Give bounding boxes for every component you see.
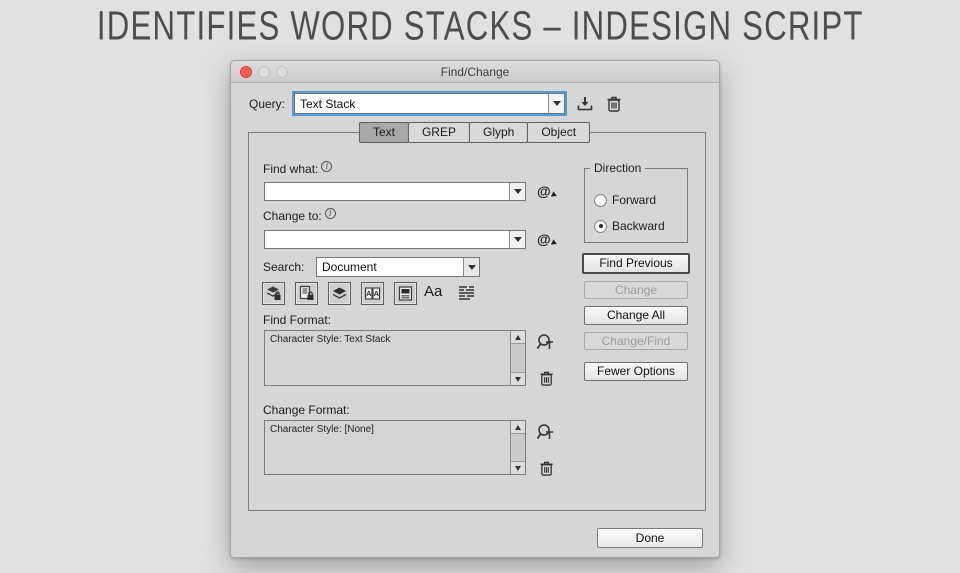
fewer-options-button[interactable]: Fewer Options [584, 362, 688, 381]
chevron-down-icon[interactable] [548, 94, 564, 113]
find-format-label: Find Format: [263, 313, 332, 327]
mode-tabs: Text GREP Glyph Object [358, 122, 591, 143]
close-icon[interactable] [240, 66, 252, 78]
specify-attributes-to-change-icon[interactable] [534, 423, 556, 445]
query-dropdown[interactable]: Text Stack [294, 93, 565, 114]
direction-backward-label: Backward [612, 219, 665, 233]
change-all-button[interactable]: Change All [584, 306, 688, 325]
include-hidden-layers-icon[interactable] [328, 282, 351, 305]
find-format-box: Character Style: Text Stack [264, 330, 526, 386]
titlebar: Find/Change [231, 61, 719, 83]
chevron-down-icon[interactable] [509, 183, 525, 200]
search-scope-dropdown[interactable]: Document [316, 257, 480, 277]
direction-group: Direction Forward Backward [584, 161, 688, 243]
include-locked-layers-icon[interactable] [262, 282, 285, 305]
direction-forward-label: Forward [612, 193, 657, 207]
query-label: Query: [249, 97, 286, 111]
whole-word-icon[interactable] [457, 285, 476, 302]
case-sensitive-icon[interactable]: Aa [424, 283, 442, 300]
scrollbar[interactable] [510, 421, 525, 474]
tab-grep[interactable]: GREP [407, 122, 470, 143]
chevron-down-icon[interactable] [463, 258, 479, 276]
special-characters-menu-icon[interactable]: @ [537, 231, 558, 247]
scroll-up-icon[interactable] [511, 331, 525, 344]
page-title: IDENTIFIES WORD STACKS – INDESIGN SCRIPT [0, 4, 960, 49]
change-find-button[interactable]: Change/Find [584, 332, 688, 350]
tab-glyph[interactable]: Glyph [468, 122, 529, 143]
include-locked-stories-icon[interactable] [295, 282, 318, 305]
direction-forward-option[interactable]: Forward [594, 193, 656, 207]
chevron-down-icon[interactable] [509, 231, 525, 248]
change-format-value: Character Style: [None] [270, 424, 374, 435]
info-icon: i [321, 161, 333, 172]
delete-query-icon[interactable] [604, 94, 624, 114]
page: IDENTIFIES WORD STACKS – INDESIGN SCRIPT… [0, 0, 960, 573]
scroll-up-icon[interactable] [511, 421, 525, 434]
find-previous-button[interactable]: Find Previous [582, 253, 690, 274]
specify-attributes-to-find-icon[interactable] [534, 333, 556, 355]
query-value: Text Stack [300, 96, 356, 111]
done-button[interactable]: Done [597, 528, 703, 548]
find-format-value: Character Style: Text Stack [270, 334, 391, 345]
include-master-pages-icon[interactable]: A A [361, 282, 384, 305]
radio-checked-icon[interactable] [594, 219, 607, 233]
scroll-down-icon[interactable] [511, 372, 525, 385]
direction-legend: Direction [594, 161, 642, 175]
clear-find-attributes-icon[interactable] [535, 367, 557, 389]
scrollbar[interactable] [510, 331, 525, 385]
tab-object[interactable]: Object [527, 122, 591, 143]
search-scope-value: Document [322, 260, 377, 274]
window-title: Find/Change [440, 65, 510, 79]
minimize-icon[interactable] [258, 66, 270, 78]
include-footnotes-icon[interactable] [394, 282, 417, 305]
save-query-icon[interactable] [575, 94, 595, 114]
change-button[interactable]: Change [584, 281, 688, 299]
change-to-label: Change to: i [263, 208, 336, 223]
find-what-label: Find what: i [263, 161, 333, 176]
radio-icon[interactable] [594, 193, 607, 207]
special-characters-menu-icon[interactable]: @ [537, 183, 558, 199]
change-format-label: Change Format: [263, 403, 350, 417]
page-title-text: IDENTIFIES WORD STACKS – INDESIGN SCRIPT [96, 4, 864, 49]
find-change-dialog: Find/Change Query: Text Stack Text GREP … [230, 60, 720, 558]
tab-text[interactable]: Text [358, 122, 409, 143]
search-label: Search: [263, 260, 305, 274]
scroll-down-icon[interactable] [511, 461, 525, 474]
direction-backward-option[interactable]: Backward [594, 219, 665, 233]
change-format-box: Character Style: [None] [264, 420, 526, 475]
info-icon: i [324, 208, 336, 219]
svg-text:A: A [366, 289, 372, 298]
find-what-input[interactable] [264, 182, 526, 201]
zoom-icon[interactable] [276, 66, 288, 78]
svg-text:A: A [374, 289, 380, 298]
clear-change-attributes-icon[interactable] [535, 457, 557, 479]
change-to-input[interactable] [264, 230, 526, 249]
